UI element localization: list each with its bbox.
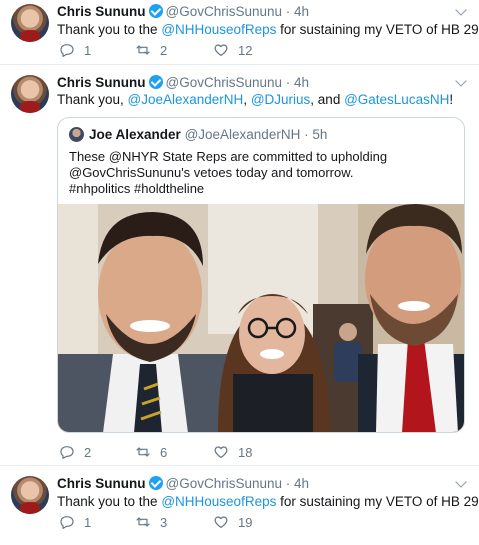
reply-button[interactable]: 1 (59, 42, 91, 58)
text-segment: Thank you to the (57, 22, 162, 37)
tweet-text: Thank you to the @NHHouseofReps for sust… (57, 493, 479, 511)
tweet-3[interactable]: Chris Sununu @GovChrisSununu · 4h Thank y… (0, 466, 479, 545)
retweet-count: 3 (160, 514, 168, 530)
quoted-author-handle[interactable]: @JoeAlexanderNH (185, 127, 301, 142)
author-handle[interactable]: @GovChrisSununu (166, 4, 283, 19)
quoted-tweet-header: Joe Alexander @JoeAlexanderNH · 5h (89, 126, 327, 143)
text-segment: Thank you, (57, 92, 128, 107)
avatar[interactable] (11, 476, 49, 514)
timestamp[interactable]: 4h (294, 4, 309, 19)
author-name[interactable]: Chris Sununu (57, 4, 146, 19)
mention-link[interactable]: @GatesLucasNH (344, 92, 449, 107)
author-name[interactable]: Chris Sununu (57, 476, 146, 491)
tweet-text: Thank you, @JoeAlexanderNH, @DJurius, an… (57, 91, 453, 109)
verified-badge-icon (148, 4, 163, 18)
tweet-header: Chris Sununu @GovChrisSununu · 4h (57, 74, 309, 91)
reply-count: 1 (84, 514, 92, 530)
author-name[interactable]: Chris Sununu (57, 75, 146, 90)
text-segment: Thank you to the (57, 494, 162, 509)
like-button[interactable]: 19 (213, 514, 252, 530)
tweet-actions: 1 2 12 (57, 42, 457, 60)
reply-icon (59, 42, 75, 58)
like-count: 12 (238, 42, 253, 58)
author-handle[interactable]: @GovChrisSununu (166, 75, 283, 90)
separator-dot: · (304, 127, 309, 142)
heart-icon (213, 514, 229, 530)
retweet-icon (135, 514, 151, 530)
chevron-down-icon[interactable] (455, 476, 467, 488)
mention-link[interactable]: @NHHouseofReps (161, 22, 276, 37)
retweet-button[interactable]: 6 (135, 444, 167, 460)
verified-badge-icon (148, 75, 163, 89)
retweet-icon (135, 42, 151, 58)
avatar[interactable] (11, 75, 49, 113)
text-segment: for sustaining my VETO of HB 292. (276, 22, 479, 37)
quoted-text-line: @GovChrisSununu's vetoes today and tomor… (69, 165, 354, 180)
tweet-2[interactable]: Chris Sununu @GovChrisSununu · 4h Thank y… (0, 65, 479, 465)
reply-button[interactable]: 1 (59, 514, 91, 530)
text-segment: , (243, 92, 251, 107)
reply-icon (59, 514, 75, 530)
like-count: 19 (238, 514, 253, 530)
heart-icon (213, 42, 229, 58)
timestamp[interactable]: 4h (294, 476, 309, 491)
like-button[interactable]: 18 (213, 444, 252, 460)
mention-link[interactable]: @DJurius (251, 92, 310, 107)
tweet-1[interactable]: Chris Sununu @GovChrisSununu · 4h Thank y… (0, 0, 479, 64)
reply-count: 2 (84, 444, 92, 460)
separator-dot: · (285, 4, 291, 19)
avatar[interactable] (11, 4, 49, 42)
like-count: 18 (238, 444, 253, 460)
reply-button[interactable]: 2 (59, 444, 91, 460)
retweet-button[interactable]: 2 (135, 42, 167, 58)
text-segment: for sustaining my VETO of HB 293. (276, 494, 479, 509)
tweet-text: Thank you to the @NHHouseofReps for sust… (57, 21, 479, 39)
mention-link[interactable]: @NHHouseofReps (161, 494, 276, 509)
retweet-button[interactable]: 3 (135, 514, 167, 530)
reply-count: 1 (84, 42, 92, 58)
quoted-text-line: These @NHYR State Reps are committed to … (69, 149, 388, 164)
reply-icon (59, 444, 75, 460)
tweet-actions: 2 6 18 (57, 444, 457, 462)
tweet-header: Chris Sununu @GovChrisSununu · 4h (57, 3, 309, 20)
separator-dot: · (285, 75, 291, 90)
quoted-tweet-card[interactable]: Joe Alexander @JoeAlexanderNH · 5h These… (57, 117, 465, 433)
retweet-icon (135, 444, 151, 460)
text-segment: ! (449, 92, 454, 107)
retweet-count: 2 (160, 42, 168, 58)
tweet-header: Chris Sununu @GovChrisSununu · 4h (57, 475, 309, 492)
verified-badge-icon (148, 476, 163, 490)
chevron-down-icon[interactable] (455, 75, 467, 87)
quoted-avatar[interactable] (69, 127, 84, 142)
text-segment: , and (310, 92, 345, 107)
timestamp[interactable]: 4h (294, 75, 309, 90)
mention-link[interactable]: @JoeAlexanderNH (128, 92, 244, 107)
chevron-down-icon[interactable] (455, 4, 467, 16)
quoted-author-name[interactable]: Joe Alexander (89, 127, 181, 142)
quoted-tweet-text: These @NHYR State Reps are committed to … (69, 149, 387, 197)
retweet-count: 6 (160, 444, 168, 460)
group-selfie-image (58, 204, 464, 432)
heart-icon (213, 444, 229, 460)
tweet-actions: 1 3 19 (57, 514, 457, 532)
separator-dot: · (285, 476, 291, 491)
quoted-timestamp[interactable]: 5h (312, 127, 327, 142)
like-button[interactable]: 12 (213, 42, 252, 58)
quoted-text-line: #nhpolitics #holdtheline (69, 181, 205, 196)
author-handle[interactable]: @GovChrisSununu (166, 476, 283, 491)
quoted-tweet-photo[interactable] (58, 204, 464, 432)
